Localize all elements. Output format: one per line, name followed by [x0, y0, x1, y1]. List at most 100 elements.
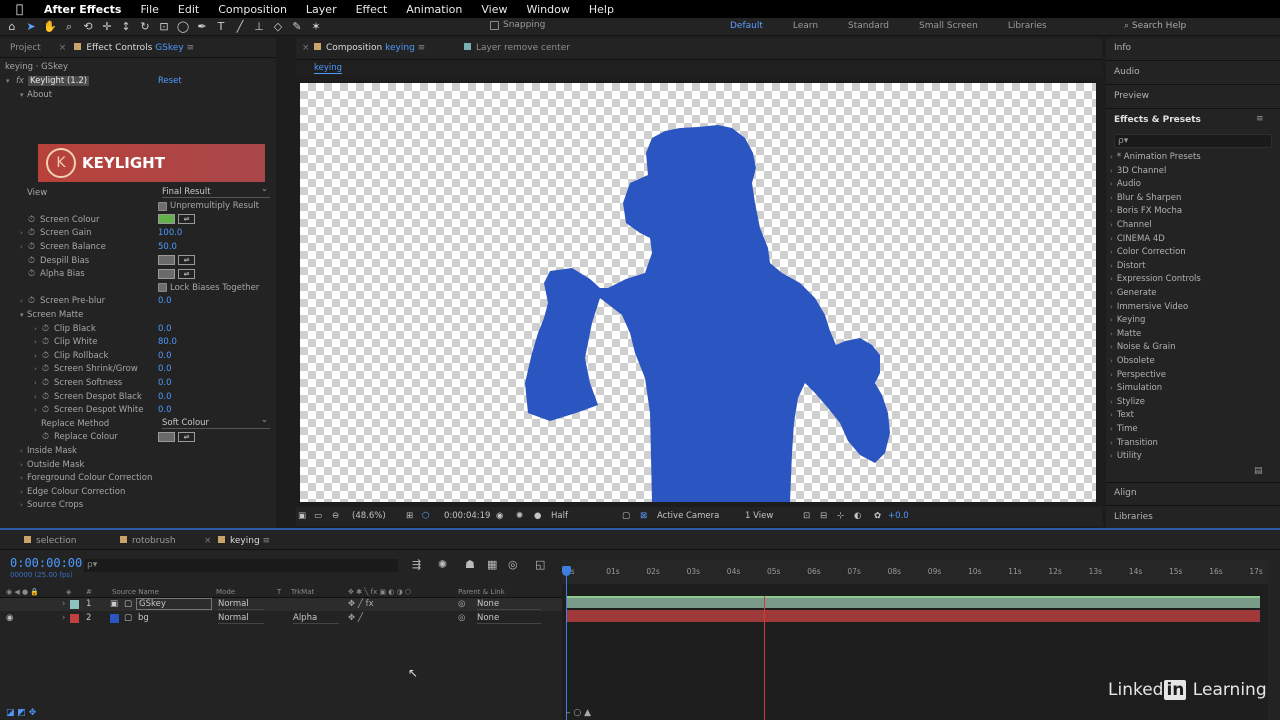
menu-window[interactable]: Window: [526, 3, 569, 16]
blend-mode-dropdown[interactable]: Normal: [218, 613, 264, 624]
graph-editor-icon[interactable]: ◱: [535, 558, 545, 571]
checkbox[interactable]: [158, 201, 167, 211]
tab-layer[interactable]: Layer remove center: [464, 43, 570, 53]
effects-category[interactable]: › CINEMA 4D: [1110, 234, 1165, 244]
chevron-right-icon[interactable]: ›: [34, 379, 37, 387]
search-help[interactable]: ⌕ Search Help: [1124, 21, 1186, 31]
menu-layer[interactable]: Layer: [306, 3, 337, 16]
pickwhip-icon[interactable]: ◎: [458, 599, 465, 609]
brush-tool-icon[interactable]: ╱: [233, 20, 247, 34]
tab-effect-controls[interactable]: Effect Controls GSkey ≡: [74, 42, 194, 53]
effects-category[interactable]: › Blur & Sharpen: [1110, 193, 1181, 203]
effects-category[interactable]: › Boris FX Mocha: [1110, 206, 1182, 216]
effects-category[interactable]: › 3D Channel: [1110, 166, 1166, 176]
exposure-reset-icon[interactable]: ◐: [854, 511, 861, 521]
effects-category[interactable]: › Matte: [1110, 329, 1141, 339]
effects-category[interactable]: › Channel: [1110, 220, 1152, 230]
stopwatch-icon[interactable]: ⏱: [42, 324, 49, 334]
snapshot-icon[interactable]: ◉: [496, 511, 503, 521]
layer-row[interactable]: ◉ › 2 ▢ bg Normal Alpha ✥ ╱ ◎ None: [0, 612, 562, 625]
type-tool-icon[interactable]: T: [214, 20, 228, 34]
orbit-tool-icon[interactable]: ⟲: [81, 20, 95, 34]
pickwhip-icon[interactable]: ◎: [458, 613, 465, 623]
effect-property-row[interactable]: › Source Crops: [0, 499, 276, 512]
chevron-right-icon[interactable]: ›: [34, 393, 37, 401]
tab-rotobrush[interactable]: rotobrush: [120, 536, 176, 546]
effects-category[interactable]: › Noise & Grain: [1110, 342, 1175, 352]
effect-property-value[interactable]: 0.0: [158, 351, 172, 361]
blend-mode-dropdown[interactable]: Normal: [218, 599, 264, 610]
selection-tool-icon[interactable]: ➤: [24, 20, 38, 34]
tab-keying[interactable]: keying ≡: [218, 536, 270, 546]
workspace-learn[interactable]: Learn: [793, 21, 818, 31]
effects-category[interactable]: › Audio: [1110, 179, 1141, 189]
menu-edit[interactable]: Edit: [178, 3, 199, 16]
color-swatch[interactable]: [158, 268, 175, 279]
stopwatch-icon[interactable]: ⏱: [28, 296, 35, 306]
show-snapshot-icon[interactable]: ✺: [516, 511, 523, 521]
chevron-right-icon[interactable]: ›: [20, 474, 23, 482]
panel-menu-icon[interactable]: ≡: [1256, 114, 1264, 124]
workspace-default[interactable]: Default: [730, 21, 763, 31]
clone-stamp-icon[interactable]: ⊥: [252, 20, 266, 34]
effects-category[interactable]: › Simulation: [1110, 383, 1162, 393]
color-swatch[interactable]: [158, 214, 175, 225]
region-icon[interactable]: ▢: [622, 511, 630, 521]
effect-property-row[interactable]: ⏱ Despill Bias ⇌: [0, 254, 276, 267]
effects-category[interactable]: › Distort: [1110, 261, 1146, 271]
chevron-right-icon[interactable]: ›: [34, 338, 37, 346]
chevron-down-icon[interactable]: ▾: [6, 77, 10, 85]
fx-icon[interactable]: fx: [16, 76, 24, 86]
pixel-aspect-icon[interactable]: ⊡: [803, 511, 810, 521]
effect-property-row[interactable]: Replace Method Soft Colour: [0, 415, 276, 430]
close-icon[interactable]: ×: [204, 536, 212, 546]
effect-property-value[interactable]: 100.0: [158, 228, 182, 238]
chevron-right-icon[interactable]: ›: [20, 243, 23, 251]
effect-property-value[interactable]: 50.0: [158, 242, 177, 252]
effect-property-value[interactable]: 80.0: [158, 337, 177, 347]
comp-flowchart-icon[interactable]: ⇶: [412, 558, 421, 571]
stopwatch-icon[interactable]: ⏱: [42, 364, 49, 374]
exposure-value[interactable]: +0.0: [888, 511, 909, 521]
stopwatch-icon[interactable]: ⏱: [42, 405, 49, 415]
motion-blur-icon[interactable]: ◎: [508, 558, 518, 571]
transparency-grid-icon[interactable]: ⊠: [640, 511, 647, 521]
effect-property-row[interactable]: › ⏱ Screen Shrink/Grow 0.0: [0, 363, 276, 376]
effect-property-row[interactable]: › ⏱ Screen Softness 0.0: [0, 376, 276, 389]
panel-align[interactable]: Align: [1114, 488, 1137, 498]
dolly-tool-icon[interactable]: ↕: [119, 20, 133, 34]
effect-property-row[interactable]: › ⏱ Screen Balance 50.0: [0, 240, 276, 253]
draft-3d-icon[interactable]: ✺: [438, 558, 447, 571]
effect-property-row[interactable]: ⏱ Alpha Bias ⇌: [0, 268, 276, 281]
effects-category[interactable]: › Time: [1110, 424, 1138, 434]
comp-breadcrumb-item[interactable]: keying: [314, 63, 343, 74]
effects-category[interactable]: › Expression Controls: [1110, 274, 1201, 284]
current-time[interactable]: 0:00:00:00: [10, 556, 82, 570]
label-color-swatch[interactable]: [70, 614, 79, 623]
effect-property-row[interactable]: › ⏱ Screen Pre-blur 0.0: [0, 295, 276, 308]
stopwatch-icon[interactable]: ⏱: [42, 432, 49, 442]
close-icon[interactable]: ×: [302, 43, 310, 53]
chevron-right-icon[interactable]: ›: [34, 365, 37, 373]
fast-preview-icon[interactable]: ⊟: [820, 511, 827, 521]
eye-icon[interactable]: ◉: [6, 613, 13, 623]
effects-category[interactable]: › Text: [1110, 410, 1134, 420]
col-source-name[interactable]: Source Name: [112, 588, 159, 596]
effect-property-row[interactable]: › ⏱ Screen Despot Black 0.0: [0, 390, 276, 403]
menu-composition[interactable]: Composition: [218, 3, 287, 16]
chevron-right-icon[interactable]: ›: [20, 488, 23, 496]
chevron-right-icon[interactable]: ›: [20, 501, 23, 509]
eyedropper-icon[interactable]: ⇌: [178, 255, 195, 265]
chevron-right-icon[interactable]: ›: [34, 352, 37, 360]
current-time-indicator[interactable]: [566, 568, 567, 720]
pan-behind-tool-icon[interactable]: ⊡: [157, 20, 171, 34]
effect-property-row[interactable]: › Edge Colour Correction: [0, 485, 276, 498]
rotate-tool-icon[interactable]: ↻: [138, 20, 152, 34]
layer-name[interactable]: GSkey: [136, 598, 212, 610]
zoom-tool-icon[interactable]: ⌕: [62, 20, 76, 34]
panel-menu-icon[interactable]: ≡: [263, 536, 271, 546]
vr-icon[interactable]: ⊖: [332, 511, 339, 521]
menu-help[interactable]: Help: [589, 3, 614, 16]
stopwatch-icon[interactable]: ⏱: [42, 392, 49, 402]
view-layout-dropdown[interactable]: 1 View: [745, 511, 773, 521]
